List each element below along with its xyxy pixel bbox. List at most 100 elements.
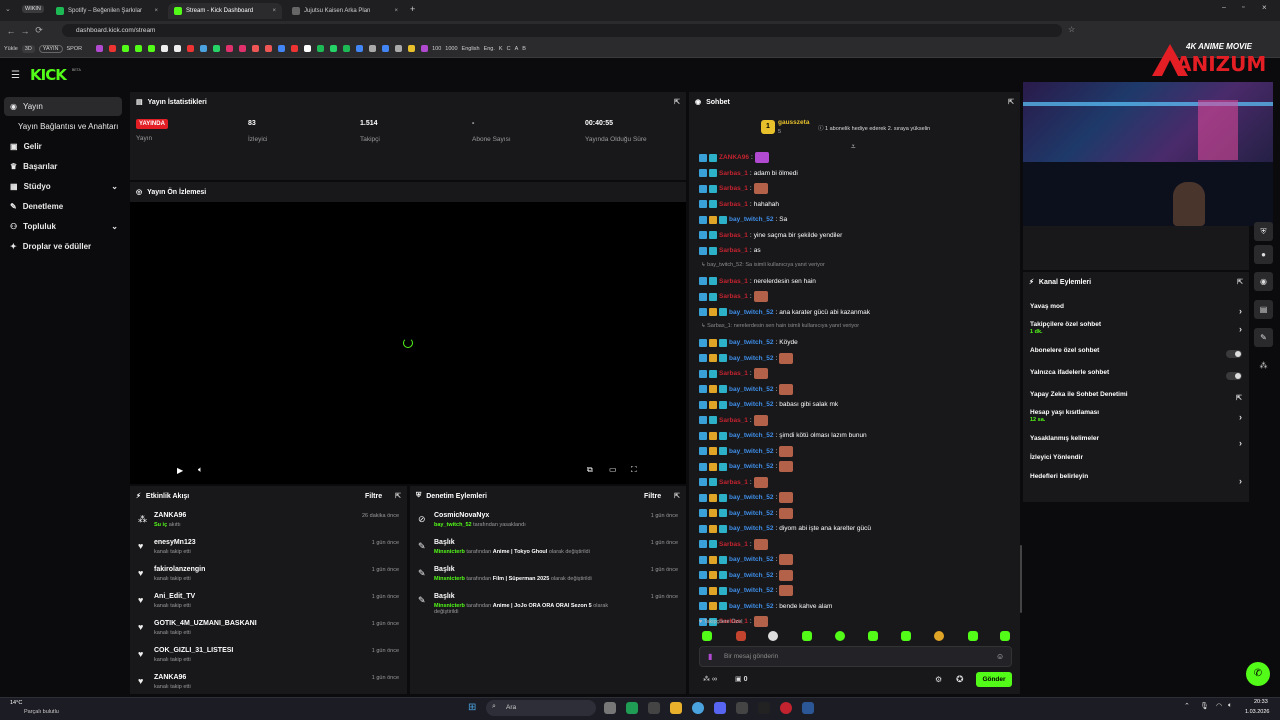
new-tab-icon[interactable]: + xyxy=(410,4,415,14)
chat-username[interactable]: Sarbas_1 xyxy=(719,479,748,486)
url-field[interactable]: dashboard.kick.com/stream xyxy=(62,24,1062,37)
emote-icon[interactable] xyxy=(702,631,712,641)
bookmark-item[interactable]: 1000 xyxy=(445,46,457,52)
chat-username[interactable]: bay_twitch_52 xyxy=(729,386,773,393)
channel-action-row[interactable]: Hedefleri belirleyin › xyxy=(1030,473,1242,493)
tray-chevron-icon[interactable]: ⌃ xyxy=(1184,702,1190,710)
chat-username[interactable]: Sarbas_1 xyxy=(719,201,748,208)
chat-scrollbar[interactable] xyxy=(1020,545,1022,613)
chat-username[interactable]: bay_twitch_52 xyxy=(729,510,773,517)
mic-tray-icon[interactable]: 🎙︎ xyxy=(1200,702,1209,710)
mod-tools-icon[interactable]: ✪ xyxy=(956,674,964,685)
chat-username[interactable]: bay_twitch_52 xyxy=(729,463,773,470)
clock-time[interactable]: 20:33 xyxy=(1254,699,1268,705)
bookmark-item[interactable]: 3D xyxy=(21,44,35,53)
tab-spotify[interactable]: Spotify – Beğenilen Şarkılar × xyxy=(50,3,164,19)
chat-username[interactable]: Sarbas_1 xyxy=(719,247,748,254)
emote-icon[interactable] xyxy=(868,631,878,641)
close-icon[interactable]: × xyxy=(394,8,398,14)
windows-start-icon[interactable]: ⊞ xyxy=(468,702,476,713)
rail-more-icon[interactable]: ⁂ xyxy=(1254,356,1273,375)
settings-app-icon[interactable] xyxy=(736,702,748,714)
emote-icon[interactable] xyxy=(835,631,845,641)
toggle-switch[interactable] xyxy=(1226,372,1242,380)
emote-icon[interactable] xyxy=(934,631,944,641)
popout-icon[interactable]: ⇱ xyxy=(1237,278,1243,286)
theater-icon[interactable]: ▭ xyxy=(609,465,617,474)
capcut-icon[interactable] xyxy=(758,702,770,714)
bookmark-item[interactable]: A xyxy=(515,46,519,52)
channel-action-row[interactable]: Yalnızca ifadelerle sohbet xyxy=(1030,369,1242,389)
speaker-icon[interactable]: 🔈︎ xyxy=(1228,702,1232,710)
bookmark-item[interactable]: Yükle xyxy=(4,46,18,52)
discord-icon[interactable] xyxy=(714,702,726,714)
sidebar-item-yayin[interactable]: ◉ Yayın xyxy=(4,97,122,116)
popout-icon[interactable]: ⇱ xyxy=(395,492,401,500)
chat-username[interactable]: bay_twitch_52 xyxy=(729,432,773,439)
weather-temp[interactable]: 14°C xyxy=(10,700,22,706)
emote-icon[interactable] xyxy=(768,631,778,641)
emoji-icon[interactable]: ☺ xyxy=(996,652,1004,661)
chat-username[interactable]: bay_twitch_52 xyxy=(729,355,773,362)
bookmark-item[interactable]: C xyxy=(507,46,511,52)
sidebar-item-denetleme[interactable]: ✎ Denetleme xyxy=(4,197,122,216)
chat-username[interactable]: Sarbas_1 xyxy=(719,185,748,192)
chrome-icon[interactable] xyxy=(692,702,704,714)
maximize-icon[interactable]: ▫ xyxy=(1242,4,1244,11)
word-icon[interactable] xyxy=(802,702,814,714)
task-view-icon[interactable] xyxy=(604,702,616,714)
popout-icon[interactable]: ⇱ xyxy=(1008,98,1014,106)
chat-username[interactable]: bay_twitch_52 xyxy=(729,525,773,532)
sidebar-item-stream-key[interactable]: Yayın Bağlantısı ve Anahtarı xyxy=(4,117,122,136)
hamburger-menu-icon[interactable]: ☰ xyxy=(11,70,20,81)
tab-group-label[interactable]: WIKIN xyxy=(22,5,44,13)
chat-username[interactable]: Sarbas_1 xyxy=(719,278,748,285)
bookmark-item[interactable]: SPOR xyxy=(67,46,83,52)
emote-icon[interactable] xyxy=(802,631,812,641)
tab-kick-dashboard[interactable]: Stream - Kick Dashboard × xyxy=(168,3,282,19)
close-icon[interactable]: × xyxy=(272,8,276,14)
mic-icon[interactable]: ▮ xyxy=(708,652,712,661)
xbox-icon[interactable] xyxy=(626,702,638,714)
bookmark-item[interactable]: English xyxy=(462,46,480,52)
channel-action-row[interactable]: Yapay Zeka ile Sohbet Denetimi ⇱ xyxy=(1030,391,1242,411)
chat-username[interactable]: bay_twitch_52 xyxy=(729,216,773,223)
chat-username[interactable]: bay_twitch_52 xyxy=(729,448,773,455)
minimize-icon[interactable]: – xyxy=(1222,4,1226,11)
chat-username[interactable]: ZANKA96 xyxy=(719,154,749,161)
chat-input[interactable]: ▮ Bir mesaj gönderin ☺ xyxy=(699,646,1012,667)
sidebar-item-basarilar[interactable]: ♛ Başarılar xyxy=(4,157,122,176)
emote-icon[interactable] xyxy=(736,631,746,641)
chat-username[interactable]: bay_twitch_52 xyxy=(729,603,773,610)
channel-action-row[interactable]: Takipçilere özel sohbet 1 dk. › xyxy=(1030,321,1242,341)
rail-list-icon[interactable]: ▤ xyxy=(1254,300,1273,319)
play-icon[interactable]: ▶ xyxy=(177,466,183,475)
rail-shield-icon[interactable]: ⛨ xyxy=(1254,222,1273,241)
bookmark-icons[interactable] xyxy=(96,45,429,52)
bookmark-item[interactable]: 100 xyxy=(432,46,441,52)
pip-icon[interactable]: ⧉ xyxy=(587,465,593,475)
close-icon[interactable]: × xyxy=(154,8,158,14)
chat-username[interactable]: bay_twitch_52 xyxy=(729,339,773,346)
window-close-icon[interactable]: × xyxy=(1262,3,1267,12)
chat-username[interactable]: Sarbas_1 xyxy=(719,170,748,177)
popout-icon[interactable]: ⇱ xyxy=(674,98,680,106)
emote-icon[interactable] xyxy=(968,631,978,641)
chat-username[interactable]: Sarbas_1 xyxy=(719,370,748,377)
chat-username[interactable]: Sarbas_1 xyxy=(719,417,748,424)
gear-icon[interactable]: ⚙ xyxy=(935,675,942,684)
fullscreen-icon[interactable]: ⛶ xyxy=(631,465,637,475)
chat-username[interactable]: bay_twitch_52 xyxy=(729,587,773,594)
bookmark-item[interactable]: Eng. xyxy=(484,46,495,52)
collapse-icon[interactable]: ⩡ xyxy=(851,142,856,152)
chat-username[interactable]: bay_twitch_52 xyxy=(729,309,773,316)
back-icon[interactable]: ← xyxy=(4,26,18,36)
tab-jujutsu[interactable]: Jujutsu Kaisen Arka Plan × xyxy=(286,3,404,19)
volume-icon[interactable]: 🔈︎ xyxy=(198,465,203,475)
emote-icon[interactable] xyxy=(901,631,911,641)
tab-list-icon[interactable]: ⌄ xyxy=(5,5,11,13)
app-icon[interactable] xyxy=(648,702,660,714)
kick-logo[interactable]: KICK xyxy=(30,66,67,84)
send-button[interactable]: Gönder xyxy=(976,672,1012,687)
sidebar-item-topluluk[interactable]: ⚇ Topluluk ⌄ xyxy=(4,217,122,236)
